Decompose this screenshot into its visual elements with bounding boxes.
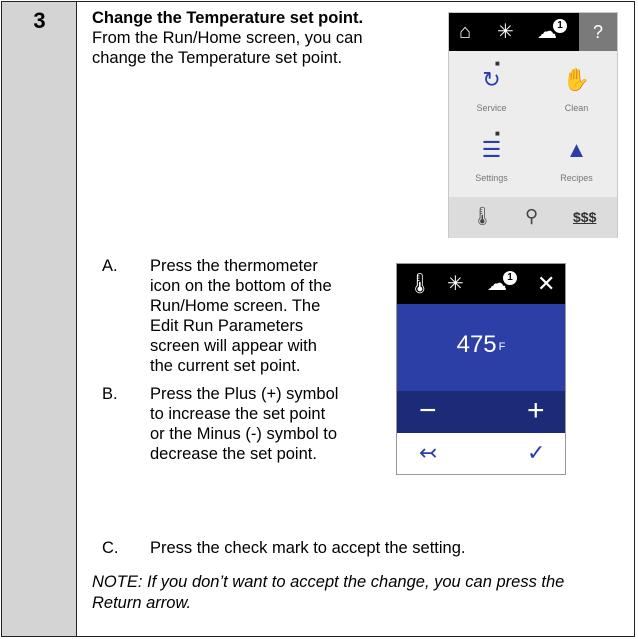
sub-step-text: Press the thermometer icon on the bottom…: [150, 257, 332, 375]
snowflake-icon: ✳: [447, 273, 464, 295]
step-number-column: 3: [2, 2, 77, 636]
check-mark-icon: ✓: [527, 440, 546, 465]
temperature-value: 475: [456, 331, 497, 358]
tile-clean: ✋ Clean: [534, 57, 619, 127]
return-arrow-icon: ↢: [419, 440, 438, 465]
intro-paragraph: Change the Temperature set point. From t…: [92, 8, 392, 68]
tile-label: Settings: [475, 173, 508, 183]
thermometer-icon: 🌡: [471, 206, 494, 226]
list-icon: ☰: [481, 137, 502, 162]
step-number: 3: [33, 8, 46, 33]
home-bottom-bar: 🌡 ⚲ $$$: [449, 197, 617, 238]
note-text: NOTE: If you don’t want to accept the ch…: [92, 573, 565, 612]
intro-heading: Change the Temperature set point.: [92, 9, 364, 27]
tile-settings: ■ ☰ Settings: [449, 127, 534, 197]
temperature-value-wrap: 475 F: [397, 330, 565, 360]
snowflake-icon: ✳: [497, 21, 514, 43]
edit-screen-image: 🌡 ✳ ☁ 1 ✕ 475 F − + ↢ ✓: [396, 263, 566, 475]
help-button: ?: [579, 13, 617, 51]
tile-service: ■ ↻ Service: [449, 57, 534, 127]
procedure-step-table: 3 Change the Temperature set point. From…: [1, 1, 635, 637]
tile-label: Recipes: [560, 173, 593, 183]
alert-badge: 1: [503, 271, 517, 285]
close-icon: ✕: [537, 271, 556, 296]
sub-step-letter: B.: [102, 385, 118, 403]
minus-button: −: [419, 394, 437, 427]
cloche-icon: ▲: [565, 137, 588, 162]
step-content: Change the Temperature set point. From t…: [78, 2, 634, 636]
edit-top-bar: 🌡 ✳ ☁ 1 ✕: [397, 264, 565, 304]
intro-text: From the Run/Home screen, you can change…: [92, 29, 363, 67]
clean-hand-icon: ✋: [562, 67, 591, 92]
thermometer-icon: 🌡: [407, 273, 433, 295]
sub-step-text: Press the check mark to accept the setti…: [150, 539, 466, 557]
sub-step-text: Press the Plus (+) symbol to increase th…: [150, 385, 339, 463]
home-screen-image: ⌂ ✳ ☁ 1 ? ■ ↻ Service ✋ Clean ■ ☰ Settin…: [448, 12, 618, 238]
temperature-display: 475 F: [397, 304, 565, 391]
sub-step-c: C. Press the check mark to accept the set…: [102, 538, 465, 558]
tile-recipes: ▲ Recipes: [534, 127, 619, 197]
temperature-unit: F: [498, 341, 506, 353]
home-tile-grid: ■ ↻ Service ✋ Clean ■ ☰ Settings ▲ Recip…: [449, 51, 617, 196]
alert-badge: 1: [553, 19, 567, 33]
sub-step-letter: C.: [102, 539, 119, 557]
edit-bottom-bar: ↢ ✓: [397, 433, 565, 474]
tile-label: Clean: [564, 103, 589, 113]
tile-label: Service: [476, 103, 507, 113]
plus-button: +: [527, 394, 545, 427]
sub-step-letter: A.: [102, 257, 118, 275]
probe-icon: ⚲: [525, 206, 539, 226]
plus-minus-bar: − +: [397, 391, 565, 433]
steam-icon: $$$: [573, 209, 597, 225]
wrench-icon: ↻: [482, 67, 501, 92]
home-icon: ⌂: [459, 21, 472, 43]
